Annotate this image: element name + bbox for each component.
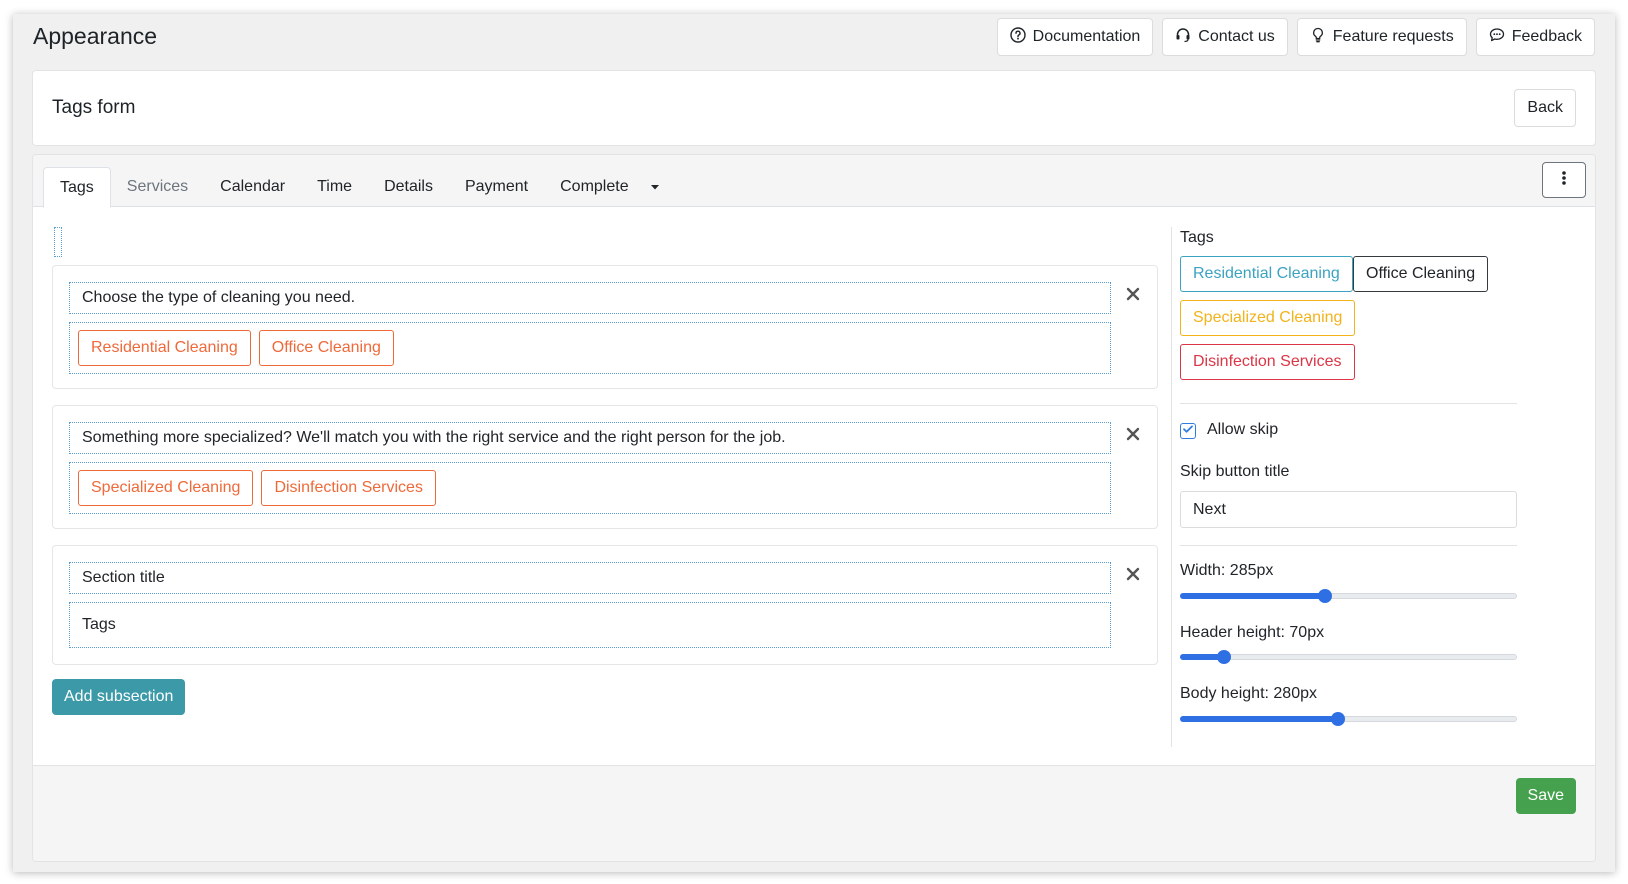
subsection: Something more specialized? We'll match …: [52, 405, 1158, 529]
width-slider[interactable]: [1180, 588, 1517, 604]
tab-time[interactable]: Time: [301, 167, 368, 207]
caret-down-icon[interactable]: [645, 167, 667, 207]
tags-label: Tags: [1180, 229, 1214, 246]
tag-chip[interactable]: Specialized Cleaning: [78, 470, 254, 506]
contact-us-label: Contact us: [1198, 28, 1275, 45]
documentation-button[interactable]: Documentation: [996, 18, 1154, 56]
form-editor-card: Tags Services Calendar Time Details Paym…: [32, 154, 1596, 862]
feedback-button[interactable]: Feedback: [1475, 18, 1595, 56]
tag-chip[interactable]: Disinfection Services: [261, 470, 436, 506]
skip-button-title-label: Skip button title: [1180, 463, 1290, 480]
tab-details[interactable]: Details: [368, 167, 449, 207]
subsection-title[interactable]: Section title: [69, 562, 1111, 594]
slider-thumb[interactable]: [1331, 712, 1346, 726]
header-height-slider[interactable]: [1180, 649, 1517, 665]
divider: [1180, 403, 1517, 404]
documentation-label: Documentation: [1032, 28, 1141, 45]
headset-icon: [1175, 27, 1191, 48]
body-height-slider[interactable]: [1180, 711, 1517, 727]
slider-fill: [1180, 716, 1339, 722]
step-tabs: Tags Services Calendar Time Details Paym…: [43, 167, 667, 208]
divider: [1180, 545, 1517, 546]
top-actions: Documentation Contact us Feature request…: [996, 18, 1595, 56]
subsection-tags-placeholder[interactable]: Tags: [69, 602, 1111, 648]
tag-chip[interactable]: Office Cleaning: [258, 330, 394, 366]
save-button[interactable]: Save: [1515, 778, 1576, 814]
tag-chip[interactable]: Residential Cleaning: [78, 330, 251, 366]
form-footer: Save: [33, 765, 1595, 861]
tab-tags[interactable]: Tags: [43, 167, 111, 208]
subsection-title[interactable]: Choose the type of cleaning you need.: [69, 282, 1111, 314]
back-button[interactable]: Back: [1514, 89, 1576, 127]
tag-chip[interactable]: Office Cleaning: [1353, 256, 1489, 292]
slider-thumb[interactable]: [1317, 589, 1332, 603]
allow-skip-label: Allow skip: [1207, 421, 1279, 438]
tag-chip[interactable]: Residential Cleaning: [1180, 256, 1353, 292]
subsection-tags: Specialized Cleaning Disinfection Servic…: [69, 462, 1111, 514]
subsection: Section title Tags: [52, 545, 1158, 665]
add-subsection-button[interactable]: Add subsection: [52, 679, 186, 715]
check-icon: [1182, 422, 1194, 440]
slider-fill: [1180, 593, 1325, 599]
page-title: Appearance: [33, 23, 158, 49]
feature-requests-button[interactable]: Feature requests: [1296, 18, 1467, 56]
subsection-title[interactable]: Something more specialized? We'll match …: [69, 422, 1111, 454]
drop-zone-marker: [54, 227, 62, 257]
header-height-label: Header height: 70px: [1180, 624, 1325, 641]
body-height-label: Body height: 280px: [1180, 685, 1317, 702]
tag-chip[interactable]: Specialized Cleaning: [1180, 300, 1356, 336]
form-title: Tags form: [52, 97, 136, 118]
slider-thumb[interactable]: [1216, 650, 1231, 664]
tabs-bar: Tags Services Calendar Time Details Paym…: [33, 155, 1595, 208]
allow-skip-checkbox[interactable]: [1180, 423, 1196, 439]
chat-icon: [1489, 27, 1505, 48]
lightbulb-icon: [1310, 27, 1326, 48]
close-icon[interactable]: [1125, 566, 1141, 582]
tab-services[interactable]: Services: [111, 167, 204, 207]
close-icon[interactable]: [1125, 426, 1141, 442]
divider: [1171, 227, 1172, 747]
feedback-label: Feedback: [1511, 28, 1582, 45]
width-label: Width: 285px: [1180, 562, 1274, 579]
tab-complete[interactable]: Complete: [544, 167, 644, 207]
subsection: Choose the type of cleaning you need. Re…: [52, 265, 1158, 389]
tab-calendar[interactable]: Calendar: [204, 167, 301, 207]
skip-button-title-input[interactable]: [1180, 491, 1517, 528]
tab-payment[interactable]: Payment: [449, 167, 544, 207]
feature-requests-label: Feature requests: [1332, 28, 1454, 45]
kebab-menu-icon: [1562, 170, 1566, 191]
question-circle-icon: [1009, 26, 1026, 48]
tag-chip[interactable]: Disinfection Services: [1180, 344, 1355, 380]
more-options-button[interactable]: [1542, 162, 1586, 198]
form-header-card: Tags form Back: [32, 70, 1596, 146]
close-icon[interactable]: [1125, 286, 1141, 302]
contact-us-button[interactable]: Contact us: [1162, 18, 1288, 56]
subsection-tags: Residential Cleaning Office Cleaning: [69, 322, 1111, 374]
app-window: Appearance Documentation Contact us Feat…: [13, 14, 1615, 872]
